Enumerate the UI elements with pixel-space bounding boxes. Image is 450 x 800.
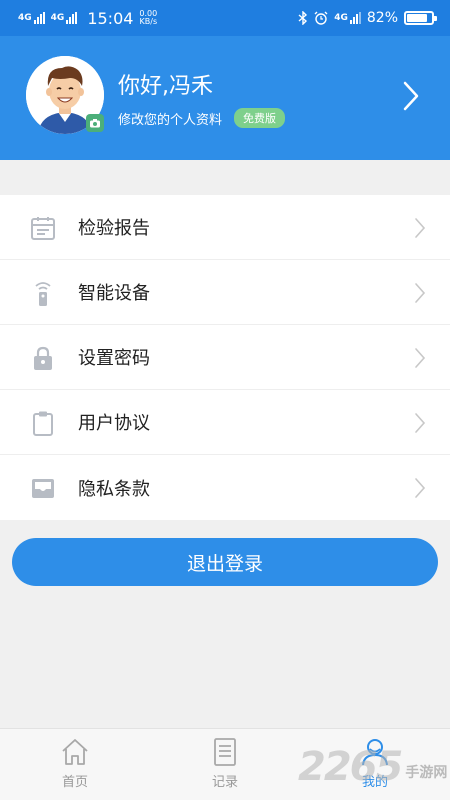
tab-label: 我的: [361, 775, 388, 790]
profile-subtitle-row: 修改您的个人资料 免费版: [118, 108, 286, 128]
camera-icon[interactable]: [86, 114, 104, 132]
chevron-right-icon[interactable]: [402, 80, 420, 112]
bluetooth-icon: [298, 11, 308, 25]
menu-item-user-agreement[interactable]: 用户协议: [0, 390, 450, 455]
menu-item-label: 隐私条款: [78, 478, 150, 500]
menu-item-inspection-report[interactable]: 检验报告: [0, 195, 450, 260]
status-left: 4G 4G 15:04 0.00 KB/s: [18, 9, 157, 28]
menu-item-smart-device[interactable]: 智能设备: [0, 260, 450, 325]
network-type-1: 4G: [18, 13, 32, 23]
menu-item-label: 用户协议: [78, 413, 150, 434]
signal-2: 4G: [51, 12, 78, 24]
network-speed-unit: KB/s: [139, 17, 158, 26]
status-bar: 4G 4G 15:04 0.00 KB/s 4G 82%: [0, 0, 450, 36]
status-right: 4G 82%: [298, 10, 437, 26]
clipboard-icon: [33, 411, 53, 436]
inbox-icon: [32, 479, 54, 498]
menu-item-set-password[interactable]: 设置密码: [0, 325, 450, 390]
edit-profile-link[interactable]: 修改您的个人资料: [118, 109, 222, 128]
chevron-right-icon: [415, 478, 426, 498]
tab-mine[interactable]: 我的: [335, 737, 415, 790]
network-type-2: 4G: [50, 13, 65, 23]
tab-home[interactable]: 首页: [35, 737, 115, 790]
greeting: 你好,冯禾: [118, 74, 213, 99]
signal-bars-icon: [33, 12, 45, 24]
calendar-icon: [31, 217, 55, 240]
signal-1: 4G: [18, 12, 45, 24]
signal-3: 4G: [334, 12, 361, 24]
network-type-3: 4G: [334, 13, 348, 23]
profile-header[interactable]: 你好,冯禾 修改您的个人资料 免费版: [0, 36, 450, 160]
tab-label: 首页: [61, 775, 88, 790]
battery-fill: [407, 14, 427, 22]
tab-label: 记录: [211, 775, 238, 790]
menu-item-label: 检验报告: [78, 218, 150, 239]
chevron-right-icon: [415, 283, 426, 303]
alarm-icon: [314, 11, 328, 25]
battery-icon: [404, 11, 437, 25]
settings-menu: 检验报告 智能设备 设置密码 用户协议 隐私条款: [0, 195, 450, 520]
tab-records[interactable]: 记录: [185, 737, 265, 790]
home-icon: [62, 739, 88, 765]
document-icon: [214, 738, 236, 766]
chevron-right-icon: [415, 218, 426, 238]
clock: 15:04: [87, 8, 134, 28]
signal-bars-icon: [349, 12, 361, 24]
remote-device-icon: [35, 282, 51, 306]
chevron-right-icon: [415, 413, 426, 433]
battery-percent: 82%: [366, 10, 398, 26]
menu-item-label: 设置密码: [78, 348, 150, 369]
menu-item-label: 智能设备: [78, 283, 150, 304]
plan-badge: 免费版: [234, 108, 286, 128]
network-speed: 0.00 KB/s: [139, 10, 157, 26]
menu-item-privacy-policy[interactable]: 隐私条款: [0, 455, 450, 520]
signal-bars-icon: [66, 12, 78, 24]
logout-button[interactable]: 退出登录: [12, 538, 438, 586]
chevron-right-icon: [415, 348, 426, 368]
bottom-tab-bar: 首页 记录 我的: [0, 728, 450, 800]
lock-icon: [34, 346, 52, 370]
user-icon: [362, 739, 388, 766]
